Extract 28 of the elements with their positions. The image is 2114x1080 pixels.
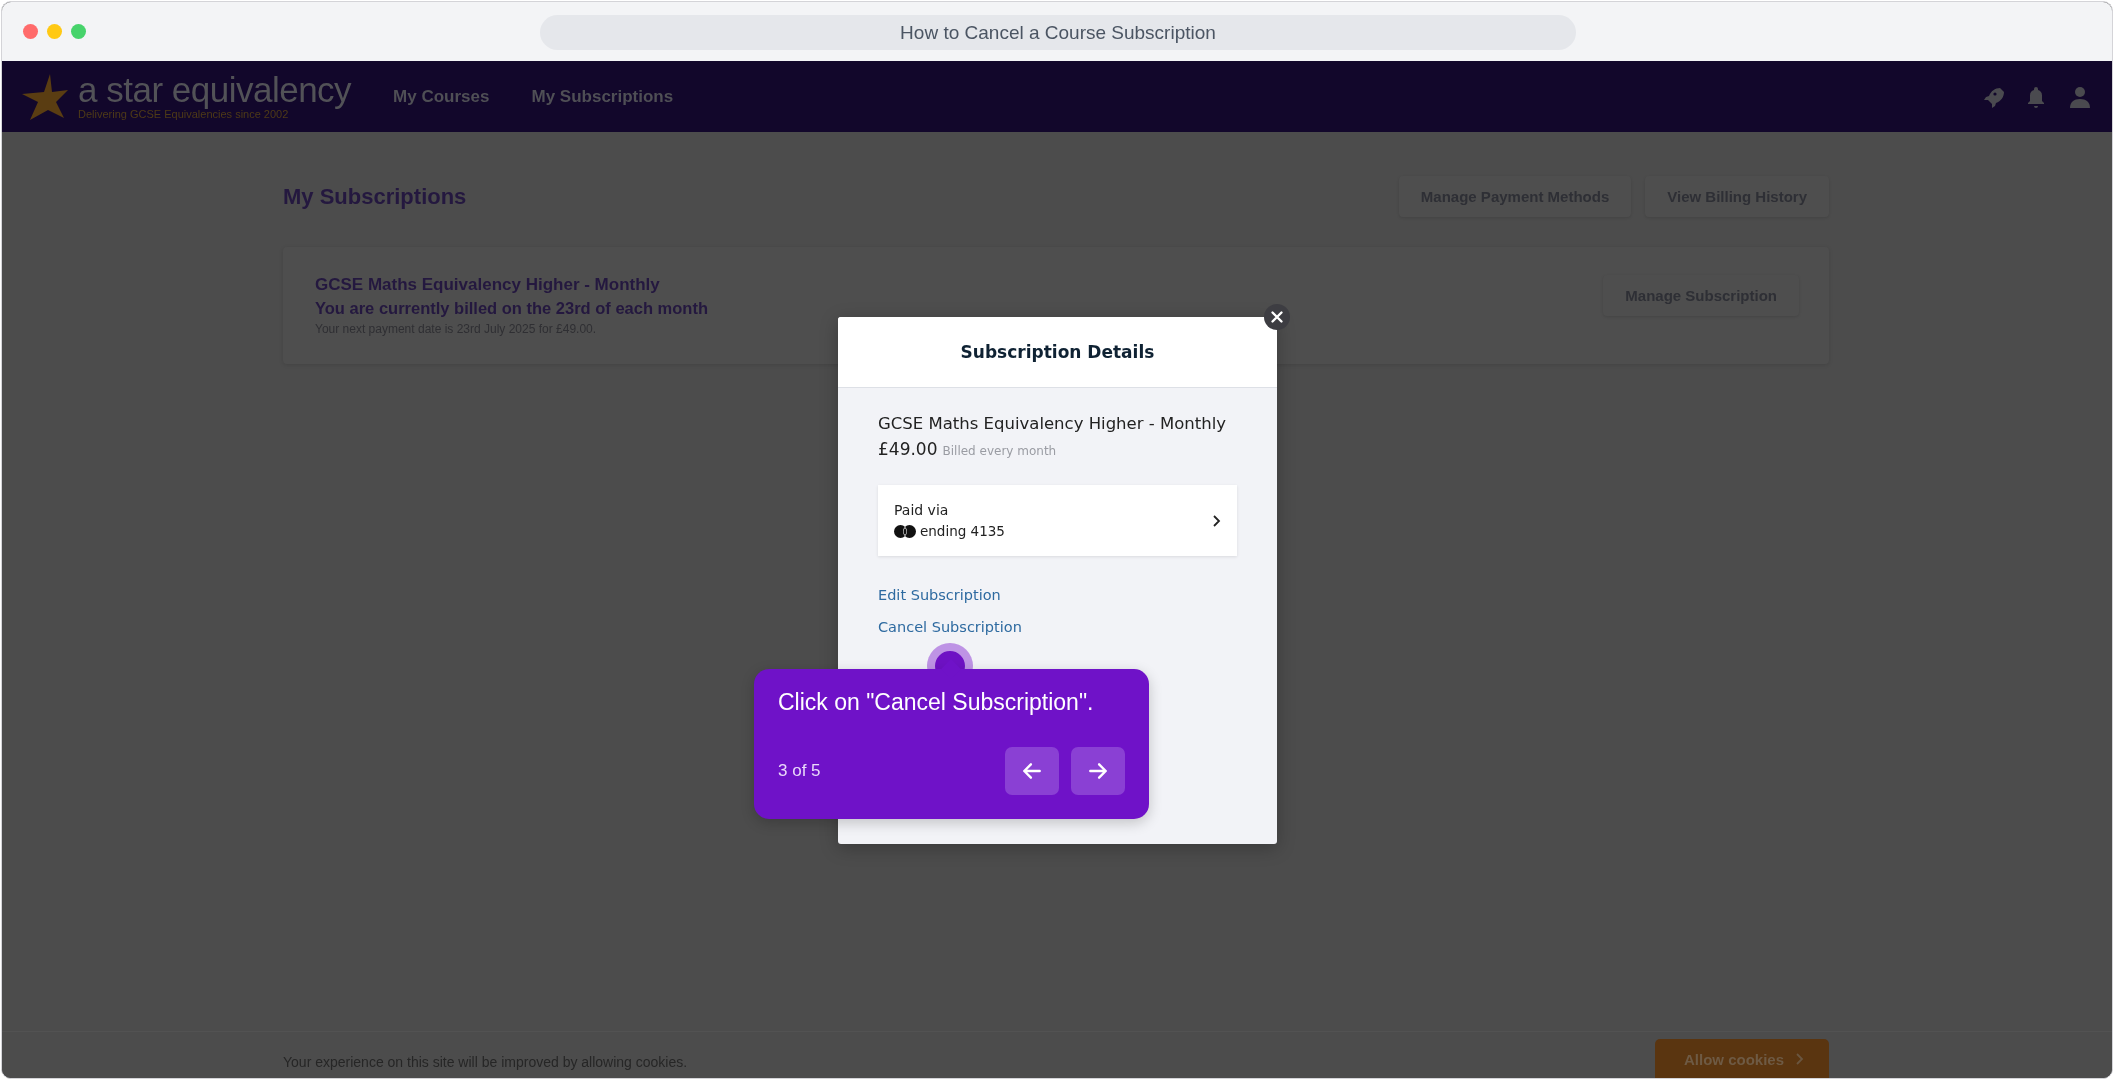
window-control-icon[interactable]	[23, 24, 38, 39]
payment-method-card[interactable]: Paid via ending 4135	[878, 485, 1237, 556]
arrow-left-icon	[1021, 760, 1043, 782]
window-control-icon[interactable]	[47, 24, 62, 39]
logo-tagline: Delivering GCSE Equivalencies since 2002	[78, 108, 289, 120]
chevron-right-icon	[1794, 1052, 1804, 1066]
arrow-right-icon	[1087, 760, 1109, 782]
close-icon[interactable]	[1264, 304, 1290, 330]
address-bar[interactable]: How to Cancel a Course Subscription	[540, 15, 1576, 50]
next-button[interactable]	[1071, 747, 1125, 795]
price: £49.00	[878, 439, 938, 459]
nav-link[interactable]: My Courses	[393, 86, 490, 107]
user-icon[interactable]	[2068, 84, 2092, 109]
card-number-text: ending 4135	[920, 523, 1005, 539]
previous-button[interactable]	[1005, 747, 1059, 795]
step-counter: 3 of 5	[778, 761, 821, 781]
logo-wordmark: a star equivalency	[78, 73, 352, 107]
payment-label: Paid via	[894, 502, 950, 518]
chevron-right-icon	[1211, 513, 1221, 528]
guide-instruction: Click on "Cancel Subscription".	[778, 689, 1095, 716]
card-brand-icon	[894, 524, 916, 538]
subscription-link[interactable]: Edit Subscription	[878, 587, 1001, 603]
modal-title: Subscription Details	[838, 317, 1277, 388]
plan-name: GCSE Maths Equivalency Higher - Monthly	[878, 414, 1228, 433]
subscription-link[interactable]: Cancel Subscription	[878, 619, 1022, 635]
window-control-icon[interactable]	[71, 24, 86, 39]
nav-link[interactable]: My Subscriptions	[531, 86, 674, 107]
billing-period: Billed every month	[942, 444, 1057, 458]
